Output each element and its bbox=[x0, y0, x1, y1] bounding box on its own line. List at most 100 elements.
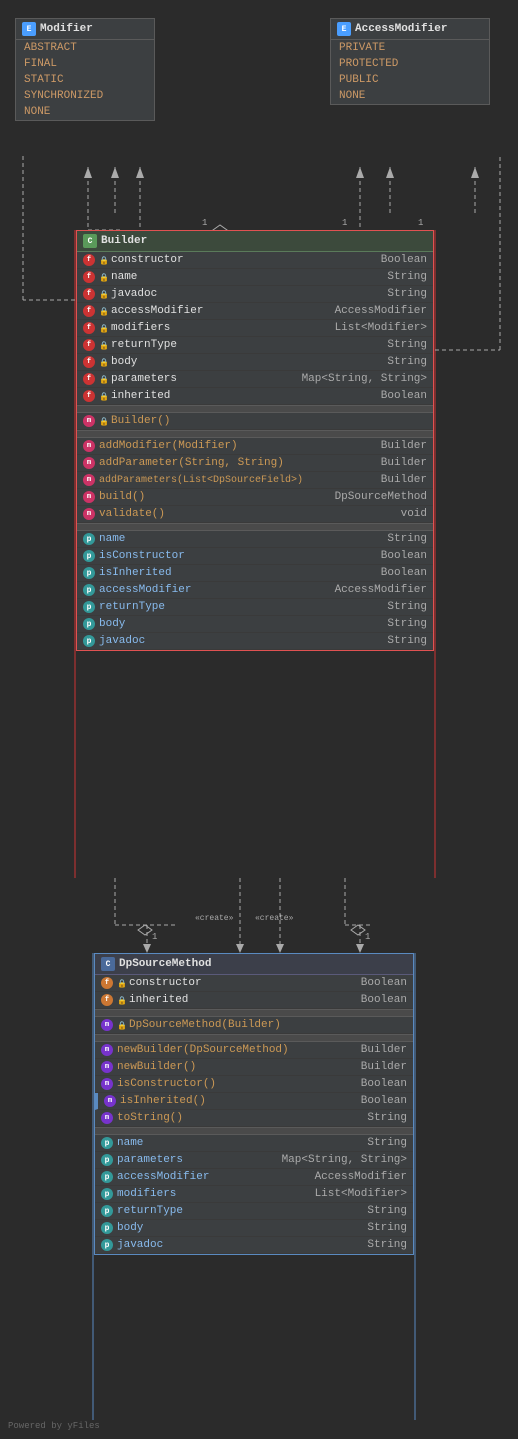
dp-method-return-3: Boolean bbox=[361, 1078, 407, 1090]
prop-icon-6: p bbox=[83, 618, 95, 630]
modifier-abstract: ABSTRACT bbox=[16, 40, 154, 56]
modifier-enum: E Modifier ABSTRACT FINAL STATIC SYNCHRO… bbox=[15, 18, 155, 121]
access-modifier-enum-icon: E bbox=[337, 22, 351, 36]
dp-prop-type-am: AccessModifier bbox=[315, 1171, 407, 1183]
method-icon-1: m bbox=[83, 440, 95, 452]
lock-icon-4: 🔒 bbox=[99, 307, 107, 315]
dp-prop-name-body: body bbox=[117, 1222, 363, 1234]
dp-method-newbuilder2: m newBuilder() Builder bbox=[95, 1059, 413, 1076]
dp-prop-javadoc: p javadoc String bbox=[95, 1237, 413, 1254]
method-name-2: addParameter(String, String) bbox=[99, 457, 377, 469]
builder-field-name: f 🔒 name String bbox=[77, 269, 433, 286]
builder-section-divider-1 bbox=[77, 405, 433, 413]
field-name-constructor: constructor bbox=[111, 254, 377, 266]
method-return-3: Builder bbox=[381, 474, 427, 486]
dp-method-icon-2: m bbox=[101, 1061, 113, 1073]
prop-name-name: name bbox=[99, 533, 383, 545]
field-name-name: name bbox=[111, 271, 383, 283]
dp-lock-2: 🔒 bbox=[117, 996, 125, 1004]
dp-method-newbuilder1: m newBuilder(DpSourceMethod) Builder bbox=[95, 1042, 413, 1059]
field-type-inherited: Boolean bbox=[381, 390, 427, 402]
dp-method-tostring: m toString() String bbox=[95, 1110, 413, 1127]
dp-prop-name-am: accessModifier bbox=[117, 1171, 311, 1183]
builder-field-body: f 🔒 body String bbox=[77, 354, 433, 371]
dp-source-method-header: C DpSourceMethod bbox=[95, 954, 413, 975]
svg-text:1: 1 bbox=[365, 932, 370, 942]
access-modifier-enum-name: AccessModifier bbox=[355, 23, 447, 35]
dp-method-name-5: toString() bbox=[117, 1112, 363, 1124]
modifier-synchronized: SYNCHRONIZED bbox=[16, 88, 154, 104]
dp-prop-type-params: Map<String, String> bbox=[282, 1154, 407, 1166]
builder-method-validate: m validate() void bbox=[77, 506, 433, 523]
lock-icon-5: 🔒 bbox=[99, 324, 107, 332]
lock-icon-9: 🔒 bbox=[99, 392, 107, 400]
field-icon-f3: f bbox=[83, 288, 95, 300]
field-icon-f6: f bbox=[83, 339, 95, 351]
prop-type-isinherited: Boolean bbox=[381, 567, 427, 579]
dp-field-name-constructor: constructor bbox=[129, 977, 357, 989]
lock-icon-6: 🔒 bbox=[99, 341, 107, 349]
dp-prop-type-mod: List<Modifier> bbox=[315, 1188, 407, 1200]
powered-by-label: Powered by yFiles bbox=[8, 1421, 100, 1431]
dp-prop-body: p body String bbox=[95, 1220, 413, 1237]
svg-text:«create»: «create» bbox=[255, 914, 294, 923]
dp-prop-name-params: parameters bbox=[117, 1154, 278, 1166]
prop-name-returntype: returnType bbox=[99, 601, 383, 613]
dp-prop-returntype: p returnType String bbox=[95, 1203, 413, 1220]
dp-prop-type-name: String bbox=[367, 1137, 407, 1149]
dp-field-icon-1: f bbox=[101, 977, 113, 989]
prop-icon-1: p bbox=[83, 533, 95, 545]
dp-prop-icon-5: p bbox=[101, 1205, 113, 1217]
builder-prop-accessmodifier: p accessModifier AccessModifier bbox=[77, 582, 433, 599]
dp-method-isinherited: m isInherited() Boolean bbox=[95, 1093, 413, 1110]
field-icon-f7: f bbox=[83, 356, 95, 368]
lock-icon: 🔒 bbox=[99, 256, 107, 264]
builder-class: C Builder f 🔒 constructor Boolean f 🔒 na… bbox=[76, 230, 434, 651]
dp-method-return-4: Boolean bbox=[361, 1095, 407, 1107]
dp-field-icon-2: f bbox=[101, 994, 113, 1006]
prop-type-accessmod: AccessModifier bbox=[335, 584, 427, 596]
field-type-constructor: Boolean bbox=[381, 254, 427, 266]
builder-section-divider-3 bbox=[77, 523, 433, 531]
method-return-1: Builder bbox=[381, 440, 427, 452]
builder-field-modifiers: f 🔒 modifiers List<Modifier> bbox=[77, 320, 433, 337]
dp-prop-name-mod: modifiers bbox=[117, 1188, 311, 1200]
method-icon-4: m bbox=[83, 491, 95, 503]
dp-class-icon: C bbox=[101, 957, 115, 971]
access-modifier-enum-items: PRIVATE PROTECTED PUBLIC NONE bbox=[331, 40, 489, 104]
dp-field-name-inherited: inherited bbox=[129, 994, 357, 1006]
field-name-accessmodifier: accessModifier bbox=[111, 305, 331, 317]
method-icon-5: m bbox=[83, 508, 95, 520]
builder-class-header: C Builder bbox=[77, 231, 433, 252]
method-icon-2: m bbox=[83, 457, 95, 469]
lock-icon-7: 🔒 bbox=[99, 358, 107, 366]
prop-icon-7: p bbox=[83, 635, 95, 647]
dp-prop-icon-2: p bbox=[101, 1154, 113, 1166]
builder-method-addparameter: m addParameter(String, String) Builder bbox=[77, 455, 433, 472]
builder-class-icon: C bbox=[83, 234, 97, 248]
modifier-enum-icon: E bbox=[22, 22, 36, 36]
dp-method-icon-1: m bbox=[101, 1044, 113, 1056]
builder-section-divider-2 bbox=[77, 430, 433, 438]
prop-icon-3: p bbox=[83, 567, 95, 579]
lock-icon-2: 🔒 bbox=[99, 273, 107, 281]
field-icon-f4: f bbox=[83, 305, 95, 317]
builder-prop-returntype: p returnType String bbox=[77, 599, 433, 616]
field-name-returntype: returnType bbox=[111, 339, 383, 351]
dp-constructor-icon: m bbox=[101, 1019, 113, 1031]
dp-prop-name-javadoc: javadoc bbox=[117, 1239, 363, 1251]
method-name-4: build() bbox=[99, 491, 331, 503]
dp-field-type-constructor: Boolean bbox=[361, 977, 407, 989]
modifier-enum-header: E Modifier bbox=[16, 19, 154, 40]
builder-method-addmodifier: m addModifier(Modifier) Builder bbox=[77, 438, 433, 455]
dp-divider-2 bbox=[95, 1034, 413, 1042]
modifier-none: NONE bbox=[16, 104, 154, 120]
builder-prop-body: p body String bbox=[77, 616, 433, 633]
field-icon-f8: f bbox=[83, 373, 95, 385]
prop-type-body: String bbox=[387, 618, 427, 630]
dp-method-name-3: isConstructor() bbox=[117, 1078, 357, 1090]
dp-constructor-row: m 🔒 DpSourceMethod(Builder) bbox=[95, 1017, 413, 1034]
method-return-2: Builder bbox=[381, 457, 427, 469]
am-protected: PROTECTED bbox=[331, 56, 489, 72]
dp-prop-icon-7: p bbox=[101, 1239, 113, 1251]
